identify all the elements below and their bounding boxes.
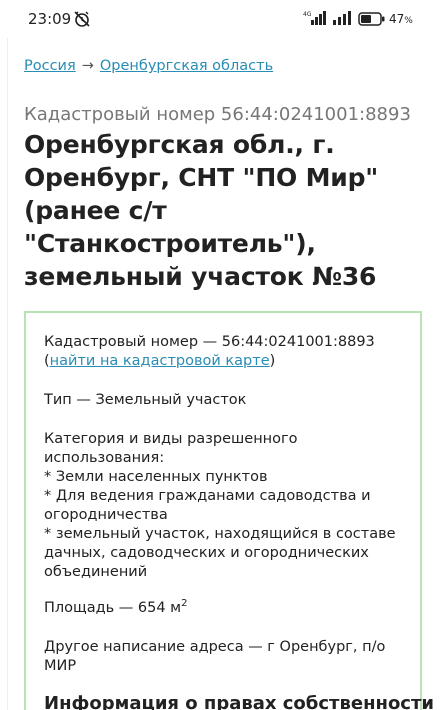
battery-level: 47% [389,12,413,26]
breadcrumb: Россия → Оренбургская область [24,58,273,74]
breadcrumb-item-region[interactable]: Оренбургская область [100,58,273,74]
page-title: Оренбургская обл., г. Оренбург, СНТ "ПО … [24,130,379,291]
signal-4g-icon: 4G [303,10,329,30]
category-item: * Для ведения гражданами садоводства и о… [44,488,371,523]
ownership-heading: Информация о правах собственности [44,692,435,710]
signal-bars-icon [332,10,354,30]
status-bar: 23:09 4G 47% [0,0,443,38]
area-superscript: 2 [181,598,188,609]
page: Россия → Оренбургская область Кадастровый … [7,38,437,710]
category-item: * Земли населенных пунктов [44,469,268,485]
battery-icon [358,11,386,30]
area-line: Площадь — 654 м2 [44,594,404,618]
status-time: 23:09 [28,10,72,28]
area-label: Площадь — 654 м [44,599,182,616]
map-link-line: (найти на кадастровой карте) [44,352,404,371]
network-type-label: 4G [303,11,312,18]
category-item: * земельный участок, находящийся в соста… [44,526,396,580]
breadcrumb-item-russia[interactable]: Россия [24,58,76,74]
category-heading: Категория и виды разрешенного использова… [44,431,298,466]
info-card-content: Кадастровый номер — 56:44:0241001:8893 (… [44,333,435,710]
breadcrumb-separator: → [81,58,94,74]
page-subtitle: Кадастровый номер 56:44:0241001:8893 [24,104,411,125]
cadastral-number-line: Кадастровый номер — 56:44:0241001:8893 [44,334,375,350]
paren-close: ) [269,353,276,369]
type-line: Тип — Земельный участок [44,392,247,408]
info-card: Кадастровый номер — 56:44:0241001:8893 (… [24,311,435,710]
alarm-off-icon [72,9,92,33]
alt-address-line: Другое написание адреса — г Оренбург, п/… [44,638,386,674]
cadastral-map-link[interactable]: найти на кадастровой карте [50,353,270,369]
